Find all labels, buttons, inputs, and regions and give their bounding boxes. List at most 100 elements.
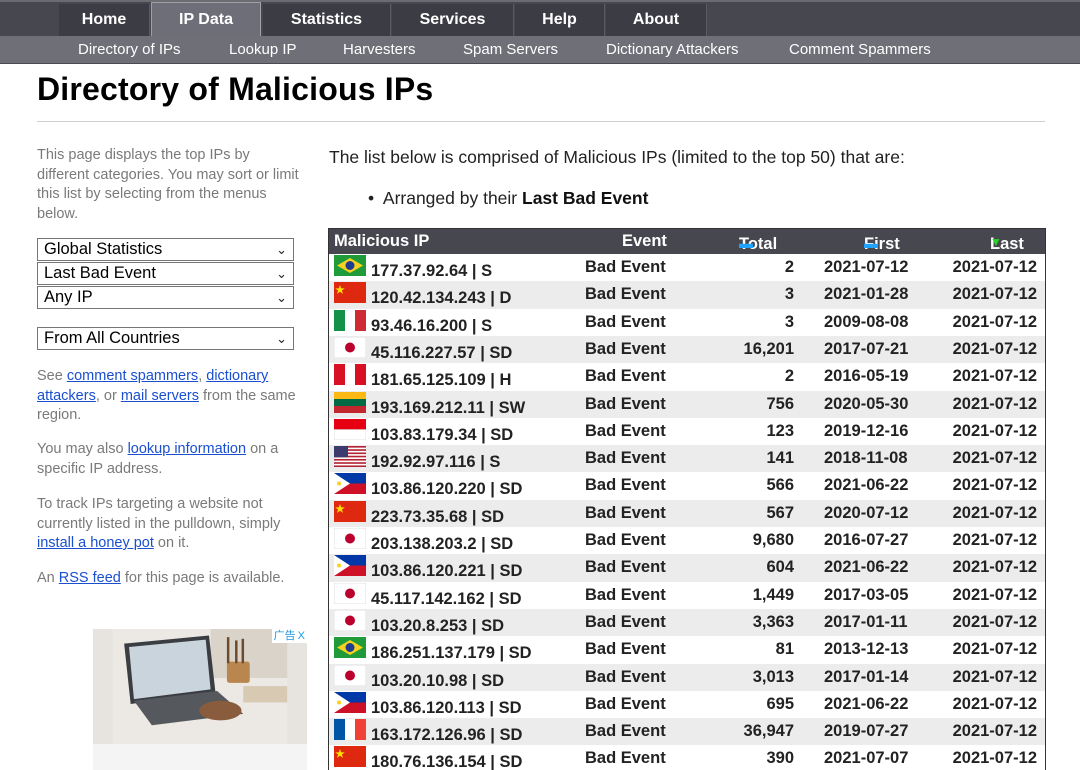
tab-about[interactable]: About — [606, 4, 707, 38]
first-seen-date: 2017-07-21 — [824, 339, 909, 358]
country-select[interactable]: From All Countries ⌄ — [37, 327, 294, 350]
table-row[interactable]: 186.251.137.179 | SD Bad Event 81 2013-12-1… — [329, 636, 1045, 663]
first-seen-date: 2017-01-11 — [824, 612, 908, 631]
table-row[interactable]: 103.86.120.113 | SD Bad Event 695 2021-06-2… — [329, 691, 1045, 718]
link-lookup-information[interactable]: lookup information — [128, 441, 247, 457]
ip-address-link[interactable]: 186.251.137.179 | SD — [371, 644, 532, 663]
last-seen-date: 2021-07-12 — [952, 503, 1037, 522]
ip-address-link[interactable]: 45.117.142.162 | SD — [371, 590, 522, 609]
link-rss-feed[interactable]: RSS feed — [59, 570, 121, 586]
chevron-down-icon: ⌄ — [276, 331, 287, 346]
ip-type-select[interactable]: Any IP ⌄ — [37, 286, 294, 309]
sidebar-track-paragraph: To track IPs targeting a website not cur… — [37, 496, 281, 551]
subnav-dictionary-attackers[interactable]: Dictionary Attackers — [606, 36, 739, 64]
link-comment-spammers[interactable]: comment spammers — [67, 368, 198, 384]
tab-ip-data[interactable]: IP Data — [151, 2, 261, 40]
flag-japan-icon — [334, 582, 366, 604]
ad-label[interactable]: 广告 X — [271, 629, 307, 643]
total-count: 604 — [766, 558, 794, 577]
col-malicious-ip[interactable]: Malicious IP — [334, 232, 429, 251]
ip-address-link[interactable]: 103.86.120.113 | SD — [371, 699, 522, 718]
table-row[interactable]: 203.138.203.2 | SD Bad Event 9,680 2016-07-… — [329, 527, 1045, 554]
event-type: Bad Event — [585, 722, 666, 741]
subnav-harvesters[interactable]: Harvesters — [343, 36, 416, 64]
total-count: 390 — [766, 749, 794, 768]
ip-address-link[interactable]: 192.92.97.116 | S — [371, 453, 500, 472]
ip-address-link[interactable]: 103.86.120.221 | SD — [371, 562, 522, 581]
total-count: 9,680 — [752, 531, 794, 549]
sidebar-rss-paragraph: An RSS feed for this page is available. — [37, 570, 285, 586]
table-row[interactable]: 103.86.120.221 | SD Bad Event 604 2021-06-2… — [329, 554, 1045, 582]
ip-address-link[interactable]: 203.138.203.2 | SD — [371, 535, 513, 554]
ip-address-link[interactable]: 103.20.8.253 | SD — [371, 617, 504, 636]
subnav-comment-spammers[interactable]: Comment Spammers — [789, 36, 931, 64]
tab-help[interactable]: Help — [515, 4, 605, 38]
total-count: 2 — [784, 367, 794, 386]
category-select-value: Global Statistics — [44, 240, 163, 258]
table-row[interactable]: 103.20.10.98 | SD Bad Event 3,013 2017-01-1… — [329, 663, 1045, 691]
total-count: 3,363 — [752, 612, 794, 631]
ip-address-link[interactable]: 103.86.120.220 | SD — [371, 480, 522, 499]
advertisement[interactable]: 广告 X — [93, 629, 307, 770]
ip-address-link[interactable]: 120.42.134.243 | D — [371, 289, 511, 308]
col-event[interactable]: Event — [622, 232, 667, 251]
subnav-spam-servers[interactable]: Spam Servers — [463, 36, 558, 64]
event-type: Bad Event — [585, 694, 666, 713]
table-row[interactable]: 120.42.134.243 | D Bad Event 3 2021-01-28 20… — [329, 281, 1045, 309]
table-row[interactable]: 223.73.35.68 | SD Bad Event 567 2020-07-12 2… — [329, 499, 1045, 527]
ad-image — [93, 629, 307, 744]
sort-select[interactable]: Last Bad Event ⌄ — [37, 262, 294, 285]
table-row[interactable]: 163.172.126.96 | SD Bad Event 36,947 2019-0… — [329, 718, 1045, 746]
total-count: 3 — [784, 312, 794, 331]
table-row[interactable]: 45.117.142.162 | SD Bad Event 1,449 2017-03… — [329, 582, 1045, 609]
ip-address-link[interactable]: 177.37.92.64 | S — [371, 262, 492, 281]
flag-japan-icon — [334, 528, 366, 549]
table-row[interactable]: 103.20.8.253 | SD Bad Event 3,363 2017-01-1… — [329, 608, 1045, 637]
first-seen-date: 2019-07-27 — [824, 722, 909, 741]
last-seen-date: 2021-07-12 — [952, 339, 1037, 358]
table-row[interactable]: 181.65.125.109 | H Bad Event 2 2016-05-19 20… — [329, 363, 1045, 390]
ip-address-link[interactable]: 193.169.212.11 | SW — [371, 399, 525, 418]
sub-nav: Directory of IPs Lookup IP Harvesters Sp… — [0, 36, 1080, 64]
ip-address-link[interactable]: 103.83.179.34 | SD — [371, 426, 513, 445]
sort-descending-icon: ▼ — [990, 235, 1002, 249]
first-seen-date: 2021-07-12 — [824, 258, 909, 276]
table-row[interactable]: 192.92.97.116 | S Bad Event 141 2018-11-08 2… — [329, 445, 1045, 473]
first-seen-date: 2019-12-16 — [824, 421, 909, 440]
table-row[interactable]: 177.37.92.64 | S Bad Event 2 2021-07-12 2021… — [329, 254, 1045, 281]
divider — [37, 121, 1045, 122]
tab-services[interactable]: Services — [392, 4, 514, 38]
ip-address-link[interactable]: 103.20.10.98 | SD — [371, 672, 504, 691]
flag-brazil-icon — [334, 637, 366, 659]
total-count: 3,013 — [752, 667, 794, 686]
subnav-lookup-ip[interactable]: Lookup IP — [229, 36, 297, 64]
last-seen-date: 2021-07-12 — [952, 640, 1037, 659]
ip-address-link[interactable]: 93.46.16.200 | S — [371, 317, 492, 336]
first-seen-date: 2017-03-05 — [824, 585, 909, 604]
category-select[interactable]: Global Statistics ⌄ — [37, 238, 294, 261]
sort-description: • Arranged by their Last Bad Event — [368, 188, 649, 208]
table-row[interactable]: 45.116.227.57 | SD Bad Event 16,201 2017-07… — [329, 335, 1045, 364]
table-row[interactable]: 193.169.212.11 | SW Bad Event 756 2020-05-3… — [329, 390, 1045, 418]
tab-statistics[interactable]: Statistics — [263, 4, 391, 38]
ip-address-link[interactable]: 45.116.227.57 | SD — [371, 344, 512, 363]
event-type: Bad Event — [585, 667, 666, 686]
ip-address-link[interactable]: 163.172.126.96 | SD — [371, 726, 522, 745]
total-count: 756 — [766, 394, 794, 413]
last-seen-date: 2021-07-12 — [952, 558, 1037, 577]
ip-address-link[interactable]: 181.65.125.109 | H — [371, 371, 511, 390]
subnav-directory-of-ips[interactable]: Directory of IPs — [78, 36, 181, 64]
table-row[interactable]: 93.46.16.200 | S Bad Event 3 2009-08-08 2021… — [329, 309, 1045, 336]
event-type: Bad Event — [585, 285, 666, 304]
ip-address-link[interactable]: 180.76.136.154 | SD — [371, 753, 522, 770]
link-mail-servers[interactable]: mail servers — [121, 388, 199, 404]
event-type: Bad Event — [585, 749, 666, 768]
table-row[interactable]: 180.76.136.154 | SD Bad Event 390 2021-07-0… — [329, 745, 1045, 770]
tab-home[interactable]: Home — [59, 4, 150, 38]
ip-address-link[interactable]: 223.73.35.68 | SD — [371, 508, 504, 527]
table-row[interactable]: 103.83.179.34 | SD Bad Event 123 2019-12-16… — [329, 418, 1045, 445]
list-description: The list below is comprised of Malicious… — [329, 147, 905, 167]
table-row[interactable]: 103.86.120.220 | SD Bad Event 566 2021-06-2… — [329, 472, 1045, 499]
link-install-honey-pot[interactable]: install a honey pot — [37, 535, 154, 551]
total-count: 2 — [784, 258, 794, 276]
